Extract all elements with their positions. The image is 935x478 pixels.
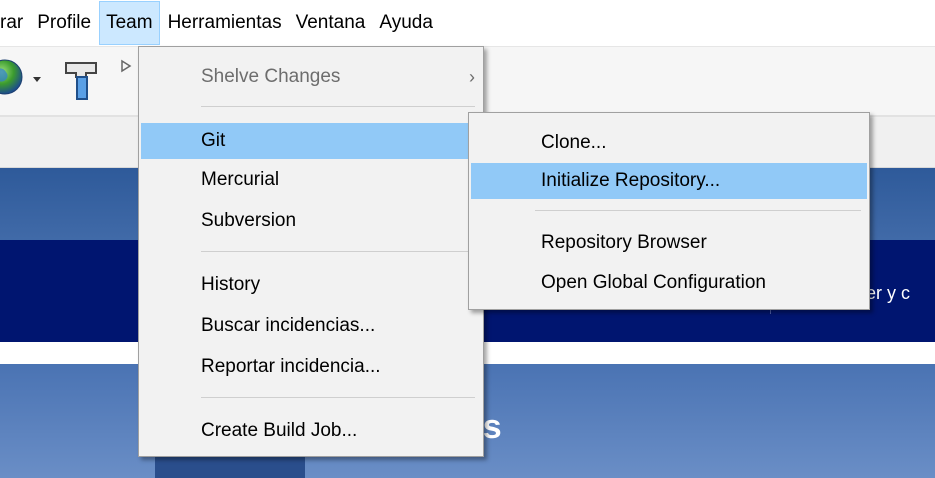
menu-separator: [535, 210, 861, 211]
dropdown-arrow-icon[interactable]: [32, 75, 42, 83]
menu-item-initialize-repository[interactable]: Initialize Repository...: [471, 163, 867, 199]
git-submenu: Clone... Initialize Repository... Reposi…: [468, 112, 870, 310]
menu-ayuda[interactable]: Ayuda: [373, 1, 439, 45]
menu-item-subversion[interactable]: Subversion ›: [141, 203, 481, 239]
menu-item-label: Initialize Repository...: [541, 170, 721, 191]
menu-item-open-global-configuration[interactable]: Open Global Configuration: [471, 265, 867, 301]
menu-item-label: History: [201, 274, 261, 295]
hammer-icon[interactable]: [60, 55, 104, 103]
menu-separator: [201, 106, 475, 107]
menu-item-label: Git: [201, 130, 226, 151]
menu-item-label: Buscar incidencias...: [201, 315, 376, 336]
menubar: rar Profile Team Herramientas Ventana Ay…: [0, 0, 935, 47]
globe-icon[interactable]: [0, 58, 24, 96]
chevron-right-icon: ›: [469, 67, 475, 87]
menu-item-mercurial[interactable]: Mercurial ›: [141, 162, 481, 198]
menu-profile[interactable]: Profile: [31, 1, 97, 45]
menu-item-label: Open Global Configuration: [541, 272, 766, 293]
menu-item-label: Create Build Job...: [201, 420, 358, 441]
menu-item-label: Shelve Changes: [201, 66, 341, 87]
menu-item-label: Subversion: [201, 210, 297, 231]
play-icon[interactable]: [120, 59, 132, 73]
menu-item-buscar-incidencias[interactable]: Buscar incidencias...: [141, 308, 481, 344]
menu-rar[interactable]: rar: [0, 1, 29, 45]
menu-separator: [201, 251, 475, 252]
menu-item-reportar-incidencia[interactable]: Reportar incidencia...: [141, 349, 481, 385]
menu-item-repository-browser[interactable]: Repository Browser: [471, 225, 867, 261]
team-menu: Shelve Changes › Git › Mercurial › Subve…: [138, 46, 484, 457]
menu-item-label: Mercurial: [201, 169, 280, 190]
menu-item-clone[interactable]: Clone...: [471, 125, 867, 161]
menu-item-history[interactable]: History ›: [141, 267, 481, 303]
menu-item-create-build-job[interactable]: Create Build Job...: [141, 413, 481, 449]
menu-item-label: Clone...: [541, 132, 607, 153]
menu-item-label: Reportar incidencia...: [201, 356, 381, 377]
menu-gutter: [139, 47, 181, 456]
menu-item-label: Repository Browser: [541, 232, 707, 253]
menu-item-shelve-changes[interactable]: Shelve Changes ›: [141, 59, 481, 95]
menu-item-git[interactable]: Git ›: [141, 123, 481, 159]
menu-herramientas[interactable]: Herramientas: [162, 1, 288, 45]
menu-ventana[interactable]: Ventana: [290, 1, 372, 45]
menu-separator: [201, 397, 475, 398]
menu-team[interactable]: Team: [99, 1, 160, 45]
